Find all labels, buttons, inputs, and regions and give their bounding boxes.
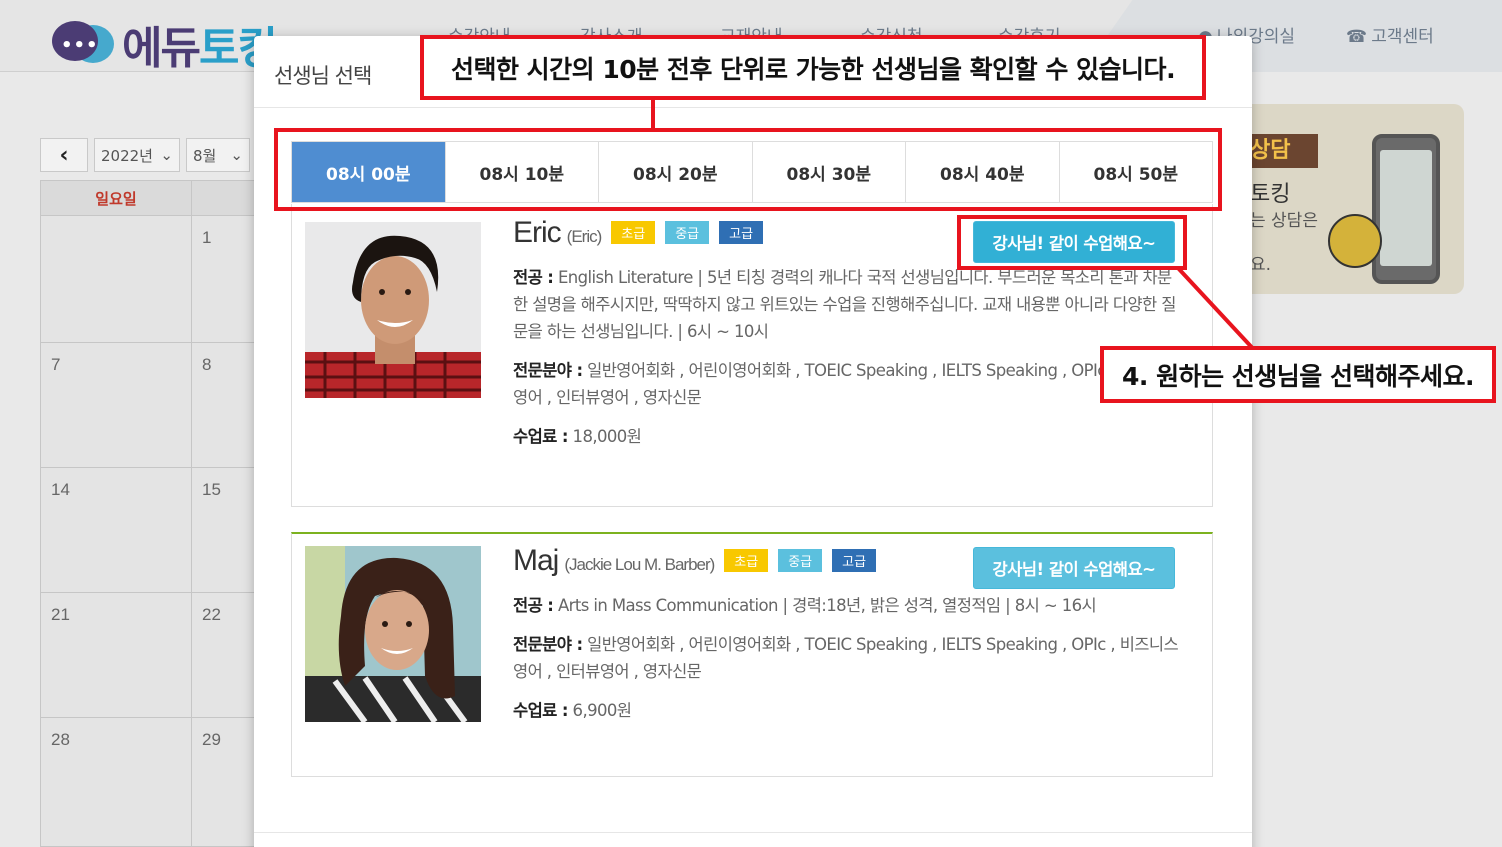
teacher-fullname: (Jackie Lou M. Barber): [564, 555, 715, 574]
year-select[interactable]: 2022년 ⌄: [94, 138, 180, 172]
logo-text-a: 에듀: [122, 23, 201, 74]
promo-title: 토킹: [1250, 182, 1291, 207]
level-badge-beginner: 초급: [724, 549, 769, 572]
major-label: 전공 :: [513, 268, 554, 287]
calendar-day[interactable]: [40, 215, 192, 343]
chevron-down-icon: ⌄: [230, 146, 243, 164]
annotation-button-highlight: [957, 215, 1187, 270]
level-badge-intermediate: 중급: [778, 549, 823, 572]
phone-icon: ☎: [1346, 27, 1368, 47]
chevron-left-icon: ‹: [59, 142, 69, 168]
teacher-major: 전공 : Arts in Mass Communication | 경력:18년…: [513, 592, 1181, 619]
teacher-name: Maj: [513, 544, 559, 577]
month-select-value: 8월: [193, 146, 217, 165]
annotation-connector: [651, 98, 655, 132]
modal-footer-divider: [254, 832, 1252, 833]
calendar-day[interactable]: 21: [40, 592, 192, 718]
major-text: English Literature | 5년 티칭 경력의 캐나다 국적 선생…: [513, 268, 1176, 341]
teacher-fee: 수업료 : 6,900원: [513, 697, 1181, 724]
major-text: Arts in Mass Communication | 경력:18년, 밝은 …: [557, 596, 1097, 615]
fields-label: 전문분야 :: [513, 361, 583, 380]
level-badge-beginner: 초급: [611, 221, 656, 244]
teacher-card: Maj (Jackie Lou M. Barber) 초급 중급 고급 전공 :…: [291, 532, 1213, 777]
fee-label: 수업료 :: [513, 427, 568, 446]
prev-month-button[interactable]: ‹: [40, 138, 88, 172]
calendar-day[interactable]: 7: [40, 342, 192, 468]
promo-subtitle: 는 상담은: [1250, 211, 1318, 231]
teacher-major: 전공 : English Literature | 5년 티칭 경력의 캐나다 …: [513, 264, 1181, 345]
teacher-photo: [305, 546, 481, 722]
customer-center-link[interactable]: ☎ 고객센터: [1346, 22, 1434, 47]
fee-value: 6,900원: [572, 701, 632, 720]
fields-text: 일반영어회화 , 어린이영어회화 , TOEIC Speaking , IELT…: [513, 361, 1179, 407]
chevron-down-icon: ⌄: [160, 146, 173, 164]
calendar-day[interactable]: 14: [40, 467, 192, 593]
fields-label: 전문분야 :: [513, 635, 583, 654]
calendar-controls: ‹ 2022년 ⌄ 8월 ⌄: [40, 138, 250, 172]
join-class-button[interactable]: 강사님! 같이 수업해요~: [973, 547, 1175, 589]
teacher-fee: 수업료 : 18,000원: [513, 423, 1181, 450]
phone-illustration: [1372, 134, 1440, 284]
modal-title: 선생님 선택: [274, 64, 372, 88]
teacher-fullname: (Eric): [566, 227, 603, 246]
teacher-fields: 전문분야 : 일반영어회화 , 어린이영어회화 , TOEIC Speaking…: [513, 631, 1181, 685]
mascot-illustration: [1328, 214, 1382, 268]
level-badge-advanced: 고급: [832, 549, 877, 572]
level-badge-advanced: 고급: [719, 221, 764, 244]
annotation-arrow-line: [1176, 266, 1260, 356]
year-select-value: 2022년: [101, 146, 153, 165]
month-select[interactable]: 8월 ⌄: [186, 138, 250, 172]
customer-center-label: 고객센터: [1371, 27, 1434, 47]
teacher-photo: [305, 222, 481, 398]
site-logo[interactable]: ••• 에듀토킹: [52, 12, 278, 76]
fee-value: 18,000원: [572, 427, 642, 446]
teacher-fields: 전문분야 : 일반영어회화 , 어린이영어회화 , TOEIC Speaking…: [513, 357, 1181, 411]
teacher-name: Eric: [513, 216, 562, 249]
chat-bubble-logo-icon: •••: [52, 19, 114, 69]
annotation-tabs-highlight: [274, 128, 1222, 211]
fields-text: 일반영어회화 , 어린이영어회화 , TOEIC Speaking , IELT…: [513, 635, 1179, 681]
annotation-time-note: 선택한 시간의 10분 전후 단위로 가능한 선생님을 확인할 수 있습니다.: [420, 35, 1206, 100]
calendar-day[interactable]: 28: [40, 717, 192, 847]
weekday-header-sunday: 일요일: [40, 180, 192, 216]
level-badge-intermediate: 중급: [665, 221, 710, 244]
major-label: 전공 :: [513, 596, 554, 615]
annotation-step-note: 4. 원하는 선생님을 선택해주세요.: [1100, 346, 1496, 403]
fee-label: 수업료 :: [513, 701, 568, 720]
